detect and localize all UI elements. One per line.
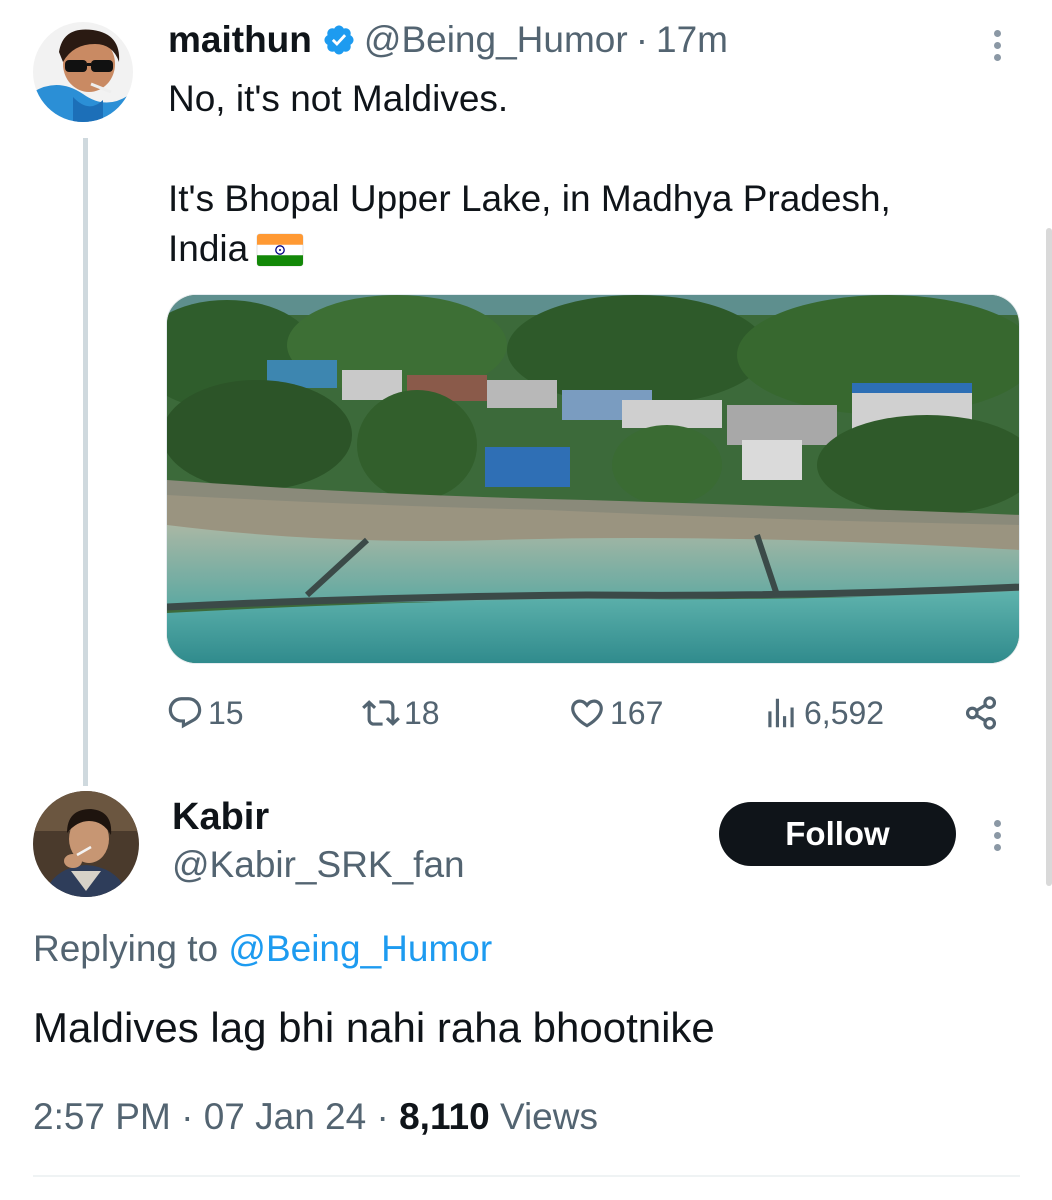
follow-button[interactable]: Follow xyxy=(719,802,956,866)
user-handle[interactable]: @Kabir_SRK_fan xyxy=(172,844,465,886)
share-button[interactable] xyxy=(962,690,1004,736)
share-icon xyxy=(965,696,997,730)
retweet-icon xyxy=(362,700,400,726)
tweet-text: Maldives lag bhi nahi raha bhootnike xyxy=(33,1004,715,1051)
display-name[interactable]: maithun xyxy=(168,19,312,61)
avatar-image xyxy=(33,22,133,122)
more-options-icon[interactable] xyxy=(992,30,1002,61)
thread-connector-line xyxy=(83,138,88,786)
views-count: 8,110 xyxy=(399,1096,490,1137)
reply-count: 15 xyxy=(208,694,244,731)
views-button[interactable]: 6,592 xyxy=(762,690,884,736)
like-button[interactable]: 167 xyxy=(568,690,663,736)
tweet-text-line: It's Bhopal Upper Lake, in Madhya Prades… xyxy=(168,178,891,219)
like-count: 167 xyxy=(610,694,664,731)
india-flag-icon xyxy=(256,233,304,267)
tweet-image[interactable] xyxy=(166,294,1020,664)
replying-to-handle-link[interactable]: @Being_Humor xyxy=(228,928,492,969)
tweet-header: maithun @Being_Humor · 17m xyxy=(168,18,728,62)
replying-prefix: Replying to xyxy=(33,928,219,969)
retweet-count: 18 xyxy=(404,694,440,731)
views-label: Views xyxy=(499,1096,598,1137)
separator: · xyxy=(635,19,649,60)
tweet-text-line: India xyxy=(168,228,249,269)
timestamp[interactable]: 17m xyxy=(656,19,728,61)
more-options-icon[interactable] xyxy=(992,820,1002,851)
views-count: 6,592 xyxy=(804,694,885,731)
tweet-metadata: 2:57 PM · 07 Jan 24 · 8,110 Views xyxy=(33,1096,598,1138)
views-chart-icon xyxy=(768,698,794,728)
retweet-button[interactable]: 18 xyxy=(362,690,440,736)
heart-icon xyxy=(571,699,603,728)
tweet-text: No, it's not Maldives. It's Bhopal Upper… xyxy=(168,74,1008,274)
tweet-time[interactable]: 2:57 PM xyxy=(33,1096,171,1137)
user-handle[interactable]: @Being_Humor xyxy=(364,19,628,61)
separator: · xyxy=(376,1096,389,1137)
reply-button[interactable]: 15 xyxy=(166,690,244,736)
avatar[interactable] xyxy=(33,22,133,122)
lakeside-village-photo xyxy=(167,295,1019,663)
display-name[interactable]: Kabir xyxy=(172,796,269,839)
replying-to: Replying to @Being_Humor xyxy=(33,928,492,970)
tweet-text-line: No, it's not Maldives. xyxy=(168,78,509,119)
verified-badge-icon[interactable] xyxy=(322,23,356,57)
reply-icon xyxy=(168,697,202,729)
separator: · xyxy=(181,1096,194,1137)
scrollbar[interactable] xyxy=(1046,228,1052,886)
avatar[interactable] xyxy=(33,791,139,897)
tweet-actions: 15 18 167 6,592 xyxy=(166,690,1006,736)
divider xyxy=(33,1175,1020,1177)
avatar-image xyxy=(33,791,139,897)
tweet-date[interactable]: 07 Jan 24 xyxy=(204,1096,367,1137)
